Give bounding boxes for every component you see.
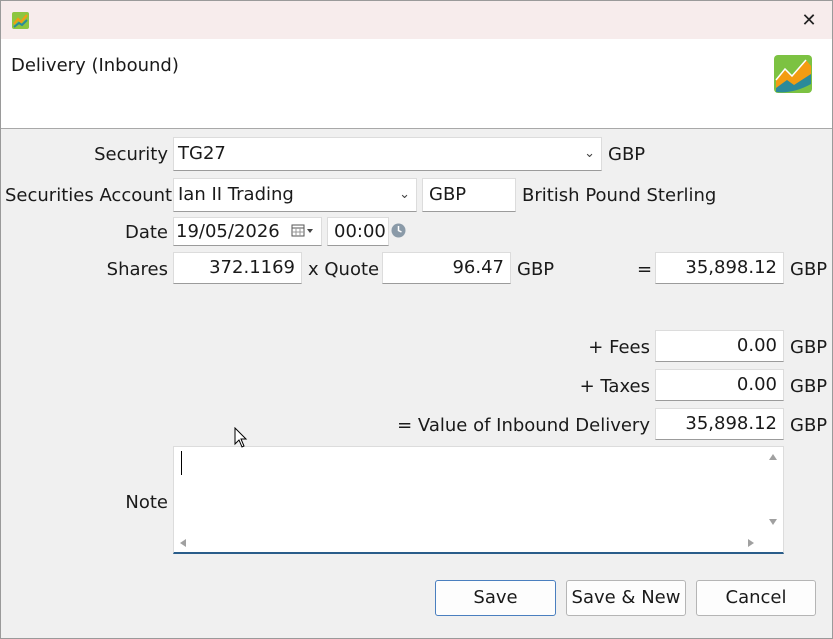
save-new-button[interactable]: Save & New <box>566 580 686 616</box>
quote-label: x Quote <box>308 259 380 280</box>
value-currency: GBP <box>790 415 828 436</box>
title-bar: ✕ <box>1 1 832 39</box>
taxes-currency: GBP <box>790 376 828 397</box>
account-label: Securities Account <box>5 185 173 206</box>
fees-input[interactable]: 0.00 <box>655 330 784 362</box>
value-amount: 35,898.12 <box>685 413 777 434</box>
account-currency-field: GBP <box>422 178 516 212</box>
taxes-label: + Taxes <box>579 376 650 397</box>
text-caret <box>181 451 182 475</box>
account-currency-name: British Pound Sterling <box>522 185 717 206</box>
cancel-button[interactable]: Cancel <box>696 580 816 616</box>
account-value: Ian II Trading <box>178 184 294 205</box>
total-currency: GBP <box>790 259 828 280</box>
fees-value: 0.00 <box>736 335 777 356</box>
security-combo[interactable]: TG27 ⌄ <box>173 137 602 171</box>
chevron-down-icon: ⌄ <box>584 146 595 161</box>
shares-value: 372.1169 <box>209 257 295 278</box>
note-textarea[interactable] <box>173 446 784 554</box>
scroll-down-icon <box>769 519 777 525</box>
quote-value: 96.47 <box>452 257 504 278</box>
shares-input[interactable]: 372.1169 <box>173 252 302 284</box>
time-field[interactable]: 00:00 <box>327 217 389 246</box>
delivery-dialog: ✕ Delivery (Inbound) Security TG27 ⌄ GBP… <box>0 0 833 639</box>
app-icon <box>12 12 29 29</box>
total-input[interactable]: 35,898.12 <box>655 252 784 284</box>
scroll-right-icon <box>748 539 754 547</box>
app-logo-icon <box>774 55 812 93</box>
date-value: 19/05/2026 <box>176 221 280 242</box>
quote-currency: GBP <box>517 259 555 280</box>
date-picker[interactable]: 19/05/2026 <box>173 217 322 246</box>
calendar-icon[interactable] <box>291 218 317 245</box>
clock-icon[interactable] <box>391 223 406 238</box>
dialog-title: Delivery (Inbound) <box>11 55 179 76</box>
security-value: TG27 <box>178 143 226 164</box>
save-button[interactable]: Save <box>435 580 556 616</box>
fees-currency: GBP <box>790 337 828 358</box>
fees-label: + Fees <box>588 337 650 358</box>
mouse-pointer-icon <box>234 427 248 448</box>
taxes-value: 0.00 <box>736 374 777 395</box>
close-icon: ✕ <box>801 9 817 31</box>
security-label: Security <box>94 144 168 165</box>
equals-sign: = <box>637 259 653 280</box>
scroll-left-icon <box>180 539 186 547</box>
chevron-down-icon: ⌄ <box>399 187 410 202</box>
value-label: = Value of Inbound Delivery <box>397 415 650 436</box>
time-value: 00:00 <box>334 221 386 242</box>
quote-input[interactable]: 96.47 <box>382 252 511 284</box>
account-currency-code: GBP <box>429 184 467 205</box>
account-combo[interactable]: Ian II Trading ⌄ <box>173 178 417 212</box>
total-value: 35,898.12 <box>685 257 777 278</box>
security-currency: GBP <box>608 144 646 165</box>
note-label: Note <box>125 492 168 513</box>
close-button[interactable]: ✕ <box>786 1 832 39</box>
vertical-scrollbar[interactable] <box>763 447 783 535</box>
taxes-input[interactable]: 0.00 <box>655 369 784 401</box>
scroll-up-icon <box>769 454 777 460</box>
value-input[interactable]: 35,898.12 <box>655 408 784 440</box>
date-label: Date <box>124 222 168 243</box>
shares-label: Shares <box>106 259 168 280</box>
dialog-header: Delivery (Inbound) <box>1 39 832 129</box>
horizontal-scrollbar[interactable] <box>174 534 763 552</box>
